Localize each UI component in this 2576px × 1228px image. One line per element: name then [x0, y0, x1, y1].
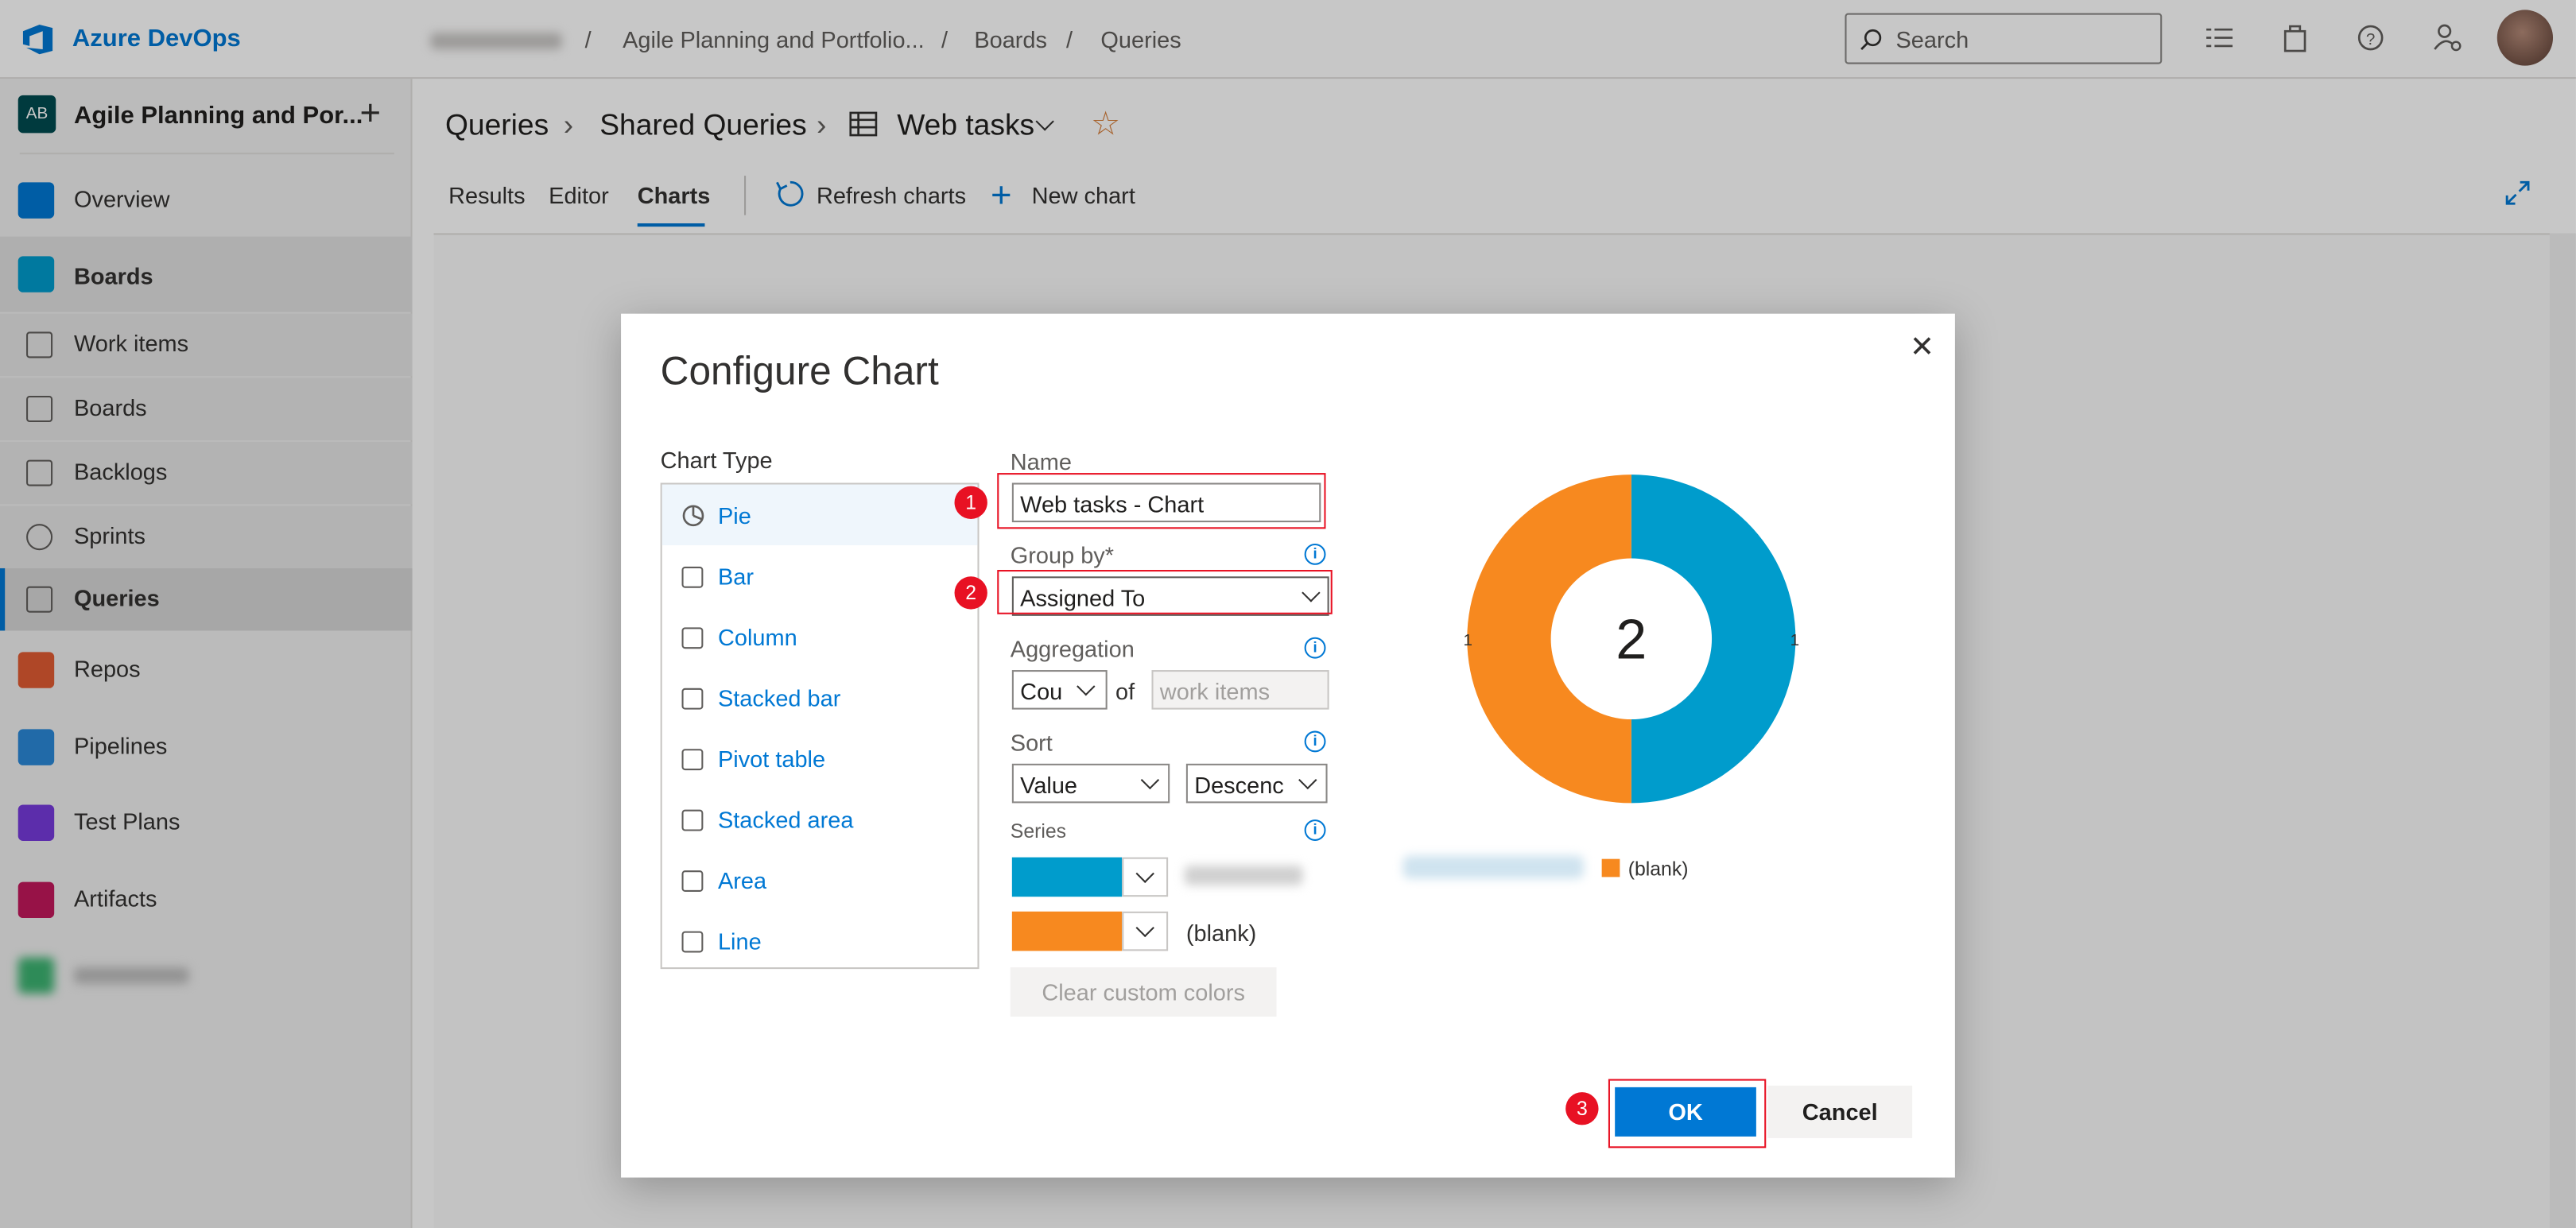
configure-chart-dialog: Configure Chart ✕ Chart Type Pie Bar Col…: [621, 313, 1955, 1178]
legend-swatch: [1601, 858, 1620, 877]
chart-type-list: Pie Bar Column Stacked bar Pivot table S…: [660, 482, 980, 970]
chart-type-label: Area: [717, 867, 767, 894]
chart-type-stacked-bar[interactable]: Stacked bar: [662, 667, 978, 727]
group-by-label: Group by*: [1010, 541, 1115, 568]
series-name: [1184, 865, 1303, 885]
chevron-down-icon: [1077, 677, 1096, 696]
chart-type-pie[interactable]: Pie: [661, 484, 978, 546]
series-color-dropdown[interactable]: [1122, 911, 1169, 951]
dialog-title: Configure Chart: [660, 350, 939, 394]
chart-type-line[interactable]: Line: [662, 910, 978, 970]
info-icon[interactable]: i: [1304, 730, 1326, 753]
chart-type-label: Chart Type: [660, 447, 773, 474]
chart-type-label: Bar: [717, 563, 755, 590]
sort-order-select[interactable]: Descenc: [1185, 763, 1328, 804]
line-chart-icon: [681, 931, 704, 953]
series-label: Series: [1010, 819, 1067, 843]
chart-type-label: Stacked bar: [717, 684, 841, 711]
chart-type-stacked-area[interactable]: Stacked area: [662, 788, 978, 849]
series-name: (blank): [1185, 920, 1257, 947]
chart-type-label: Pie: [717, 502, 751, 529]
pie-chart-icon: [682, 505, 704, 527]
info-icon[interactable]: i: [1304, 819, 1326, 841]
chart-type-pivot-table[interactable]: Pivot table: [662, 727, 978, 788]
pie-chart: 1 1 2: [1463, 475, 1800, 804]
step-marker: 1: [954, 486, 987, 519]
of-label: of: [1115, 678, 1135, 705]
stacked-area-icon: [681, 809, 704, 831]
chart-type-area[interactable]: Area: [662, 849, 978, 909]
legend-item-blurred: [1402, 855, 1584, 879]
aggregation-label: Aggregation: [1010, 635, 1135, 662]
cancel-button[interactable]: Cancel: [1767, 1085, 1913, 1138]
aggregation-field-value: work items: [1159, 678, 1271, 705]
close-icon[interactable]: ✕: [1903, 327, 1942, 366]
chart-type-label: Pivot table: [717, 746, 826, 773]
highlight-box: [997, 473, 1326, 529]
sort-by-select[interactable]: Value: [1011, 763, 1170, 804]
chart-type-label: Column: [717, 624, 797, 651]
info-icon[interactable]: i: [1304, 637, 1326, 659]
pivot-table-icon: [681, 749, 704, 771]
chart-type-column[interactable]: Column: [662, 606, 978, 666]
name-label: Name: [1010, 448, 1072, 475]
step-marker: 2: [954, 576, 987, 610]
area-chart-icon: [681, 870, 704, 893]
chevron-down-icon: [1135, 918, 1154, 938]
clear-custom-colors-button[interactable]: Clear custom colors: [1010, 967, 1277, 1017]
pie-total-label: 2: [1616, 608, 1647, 671]
sort-order-value: Descenc: [1194, 772, 1284, 799]
chart-type-label: Stacked area: [717, 806, 854, 833]
series-color-swatch[interactable]: [1011, 857, 1123, 897]
chart-type-label: Line: [717, 928, 762, 955]
legend-label: (blank): [1627, 857, 1689, 881]
pie-data-label: 1: [1463, 631, 1472, 649]
step-marker: 3: [1565, 1092, 1599, 1125]
sort-by-value: Value: [1020, 772, 1078, 799]
series-color-swatch[interactable]: [1011, 911, 1123, 951]
ok-button[interactable]: OK: [1615, 1087, 1756, 1137]
info-icon[interactable]: i: [1304, 543, 1326, 565]
stacked-bar-icon: [681, 688, 704, 710]
series-color-dropdown[interactable]: [1122, 857, 1169, 897]
pie-data-label: 1: [1790, 631, 1800, 649]
column-chart-icon: [681, 627, 704, 649]
highlight-box: [997, 570, 1333, 614]
sort-label: Sort: [1010, 729, 1053, 756]
chart-type-bar[interactable]: Bar: [662, 545, 978, 606]
pie-slice[interactable]: [1467, 475, 1631, 804]
bar-chart-icon: [681, 566, 704, 588]
chevron-down-icon: [1135, 864, 1154, 883]
aggregation-select[interactable]: Cou: [1011, 670, 1108, 710]
aggregation-value: Cou: [1020, 678, 1063, 705]
chevron-down-icon: [1298, 770, 1317, 790]
pie-slice[interactable]: [1631, 475, 1796, 804]
aggregation-field: work items: [1151, 670, 1329, 710]
chevron-down-icon: [1140, 770, 1160, 790]
